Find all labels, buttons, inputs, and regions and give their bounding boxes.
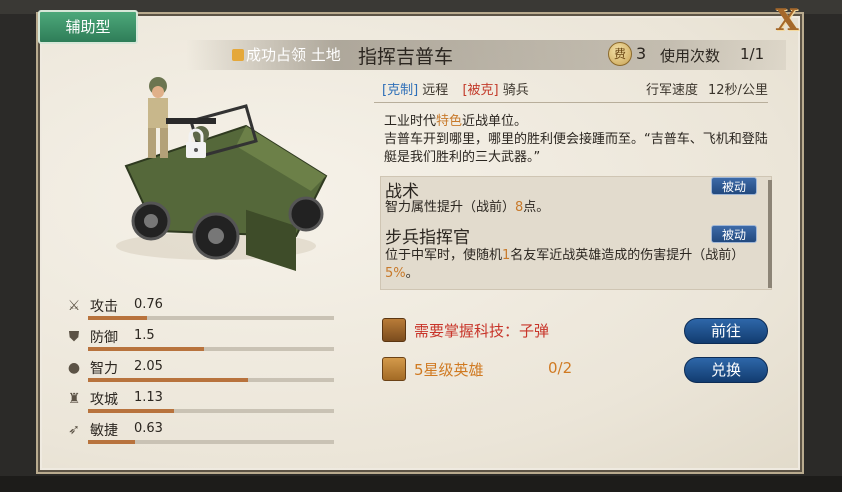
skill-description: 智力属性提升（战前）8点。 xyxy=(385,199,745,217)
scroll-thumb[interactable] xyxy=(768,180,772,288)
counter-info: [克制] 远程 [被克] 骑兵 xyxy=(382,79,529,98)
skill-desc-text: 位于中军时，使随机 xyxy=(385,248,503,263)
uses-value: 1/1 xyxy=(740,45,765,63)
stat-value: 1.5 xyxy=(134,328,155,343)
hero-requirement: 5星级英雄 0/2 兑换 xyxy=(382,355,772,383)
countered-value: 骑兵 xyxy=(502,83,529,98)
close-button[interactable]: X xyxy=(770,4,804,38)
description-line-2: 吉普车开到哪里，哪里的胜利便会接踵而至。“吉普车、飞机和登陆艇是我们胜利的三大武… xyxy=(384,132,768,165)
stat-defense: ⛊ 防御 1.5 xyxy=(66,327,338,357)
skill-desc-text: 名友军近战英雄造成的伤害提升（战前） xyxy=(510,248,745,263)
requirement-text: 需要掌握科技：子弹 xyxy=(414,322,550,340)
stat-bar xyxy=(88,440,334,444)
cost-value: 3 xyxy=(636,44,647,63)
stat-label: 敏捷 xyxy=(90,423,118,439)
stat-value: 0.76 xyxy=(134,297,163,312)
requirement-text: 5星级英雄 xyxy=(414,361,484,379)
stat-bar xyxy=(88,347,334,351)
stat-value: 0.63 xyxy=(134,421,163,436)
jeep-shape xyxy=(116,104,328,271)
stat-label: 智力 xyxy=(90,361,118,377)
uses-label: 使用次数 xyxy=(660,47,721,65)
march-speed: 行军速度 12秒/公里 xyxy=(646,79,768,98)
skill-badge: 被动 xyxy=(711,225,757,243)
stat-bar-fill xyxy=(88,409,175,413)
stat-bar-fill xyxy=(88,316,148,320)
skill-title: 步兵指挥官 xyxy=(385,228,470,248)
speed-label: 行军速度 xyxy=(646,83,699,98)
divider xyxy=(374,102,768,103)
stat-siege: ♜ 攻城 1.13 xyxy=(66,389,338,419)
countered-tag: [被克] xyxy=(462,83,499,98)
tech-scroll-icon xyxy=(382,318,406,342)
skills-scrollbar[interactable] xyxy=(768,180,772,288)
stat-label: 攻城 xyxy=(90,392,118,408)
stat-value: 2.05 xyxy=(134,359,163,374)
unit-description: 工业时代特色近战单位。 吉普车开到哪里，哪里的胜利便会接踵而至。“吉普车、飞机和… xyxy=(384,113,768,167)
desc-text: 近战单位。 xyxy=(462,114,528,129)
stat-bar xyxy=(88,316,334,320)
stat-label: 攻击 xyxy=(90,299,118,315)
stat-bar xyxy=(88,378,334,382)
skill-desc-text: 智力属性提升（战前） xyxy=(385,200,516,215)
shield-icon: ⛊ xyxy=(68,329,80,345)
stat-bar-fill xyxy=(88,347,204,351)
desc-text: 工业时代 xyxy=(384,114,437,129)
skill-description: 位于中军时，使随机1名友军近战英雄造成的伤害提升（战前）5%。 xyxy=(385,247,745,283)
goto-button[interactable]: 前往 xyxy=(684,318,768,344)
skill-desc-number: 5% xyxy=(385,266,406,281)
skill-desc-text: 。 xyxy=(405,266,419,281)
skill-desc-text: 点。 xyxy=(523,200,550,215)
wing-icon: ➶ xyxy=(68,422,80,438)
stat-agility: ➶ 敏捷 0.63 xyxy=(66,420,338,450)
exchange-button[interactable]: 兑换 xyxy=(684,357,768,383)
stat-bar-fill xyxy=(88,378,248,382)
castle-icon: ♜ xyxy=(67,391,81,407)
sword-icon: ⚔ xyxy=(67,298,81,314)
jeep-illustration xyxy=(116,77,328,271)
description-line-1: 工业时代特色近战单位。 xyxy=(384,113,768,131)
requirement-progress: 0/2 xyxy=(548,359,573,377)
stat-label: 防御 xyxy=(90,330,118,346)
stat-bar xyxy=(88,409,334,413)
stat-bar-fill xyxy=(88,440,135,444)
counter-tag: [克制] xyxy=(382,83,419,98)
desc-highlight: 特色 xyxy=(436,114,463,129)
speed-value: 12秒/公里 xyxy=(708,83,768,98)
tech-requirement: 需要掌握科技：子弹 前往 xyxy=(382,316,772,344)
brain-icon: ● xyxy=(67,360,81,376)
unit-name: 指挥吉普车 xyxy=(358,46,454,68)
hero-card-icon xyxy=(382,357,406,381)
unit-type-tab[interactable]: 辅助型 xyxy=(38,10,138,44)
stat-attack: ⚔ 攻击 0.76 xyxy=(66,296,338,326)
bottom-backdrop xyxy=(0,476,842,492)
skill-badge: 被动 xyxy=(711,177,757,195)
counter-value: 远程 xyxy=(422,83,449,98)
cost-icon: 费 xyxy=(608,42,632,66)
skills-list[interactable]: 战术 被动 智力属性提升（战前）8点。 步兵指挥官 被动 位于中军时，使随机1名… xyxy=(380,176,772,290)
stat-value: 1.13 xyxy=(134,390,163,405)
stat-intelligence: ● 智力 2.05 xyxy=(66,358,338,388)
